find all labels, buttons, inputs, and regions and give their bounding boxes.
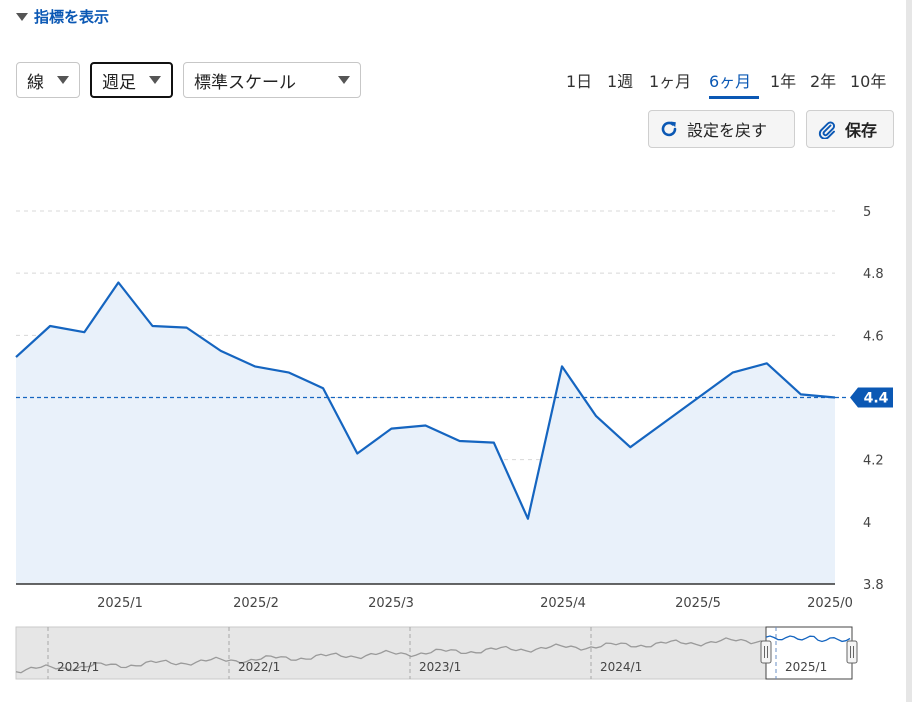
navigator-year-label: 2024/1	[600, 660, 642, 674]
x-tick-label: 2025/4	[540, 596, 586, 611]
y-tick-label: 4.6	[863, 329, 884, 344]
reset-settings-label: 設定を戻す	[687, 121, 768, 140]
show-indicators-toggle[interactable]: 指標を表示	[16, 6, 109, 27]
navigator-year-label: 2023/1	[419, 660, 461, 674]
y-tick-label: 4	[863, 516, 871, 531]
save-label: 保存	[845, 121, 878, 140]
range-2y[interactable]: 2年	[810, 68, 836, 92]
chevron-down-icon	[149, 76, 161, 84]
y-tick-label: 4.2	[863, 454, 884, 469]
save-button[interactable]: 保存	[806, 110, 894, 148]
show-indicators-label: 指標を表示	[34, 8, 110, 26]
y-tick-label: 3.8	[863, 578, 884, 593]
range-10y[interactable]: 10年	[850, 68, 886, 92]
chart-type-dropdown[interactable]: 線	[16, 62, 80, 98]
navigator-shaded	[15, 626, 767, 680]
navigator-right-handle[interactable]	[846, 640, 858, 664]
navigator: 2021/1 2022/1 2023/1 2024/1 2025/1	[15, 626, 858, 680]
price-chart: 5 4.8 4.6 4.2 4 3.8 4.4 2025/1 2025/2 2025/3 202…	[15, 205, 893, 680]
scale-value: 標準スケール	[194, 72, 296, 93]
selected-range-underline	[709, 96, 759, 99]
range-1y[interactable]: 1年	[770, 68, 796, 92]
chevron-down-icon	[57, 76, 69, 84]
navigator-year-label: 2021/1	[57, 660, 99, 674]
chart-type-value: 線	[27, 72, 44, 93]
current-value-label: 4.4	[864, 391, 889, 407]
y-tick-label: 4.8	[863, 267, 884, 282]
paperclip-icon	[817, 119, 837, 139]
navigator-series-line	[15, 637, 767, 674]
refresh-icon	[659, 119, 679, 139]
x-tick-label: 2025/0	[807, 596, 853, 611]
range-1d[interactable]: 1日	[566, 68, 592, 92]
interval-dropdown[interactable]: 週足	[90, 62, 173, 98]
x-tick-label: 2025/1	[97, 596, 143, 611]
y-tick-label: 5	[863, 205, 871, 220]
chevron-down-icon	[338, 76, 350, 84]
navigator-left-handle[interactable]	[760, 640, 772, 664]
current-value-badge: 4.4	[850, 387, 893, 408]
collapse-triangle-icon	[16, 12, 28, 21]
navigator-year-label: 2025/1	[785, 660, 827, 674]
reset-settings-button[interactable]: 設定を戻す	[648, 110, 795, 148]
right-scroll-border	[906, 0, 912, 702]
interval-value: 週足	[102, 72, 136, 93]
range-1m[interactable]: 1ヶ月	[649, 68, 691, 92]
x-tick-label: 2025/2	[233, 596, 279, 611]
series-line	[15, 281, 836, 520]
range-6m[interactable]: 6ヶ月	[709, 68, 751, 92]
scale-dropdown[interactable]: 標準スケール	[183, 62, 361, 98]
navigator-year-label: 2022/1	[238, 660, 280, 674]
range-1w[interactable]: 1週	[607, 68, 633, 92]
navigator-selected-line	[765, 635, 851, 643]
series-area-fill	[16, 282, 835, 584]
navigator-window[interactable]	[765, 626, 853, 680]
x-tick-label: 2025/5	[675, 596, 721, 611]
x-tick-label: 2025/3	[368, 596, 414, 611]
